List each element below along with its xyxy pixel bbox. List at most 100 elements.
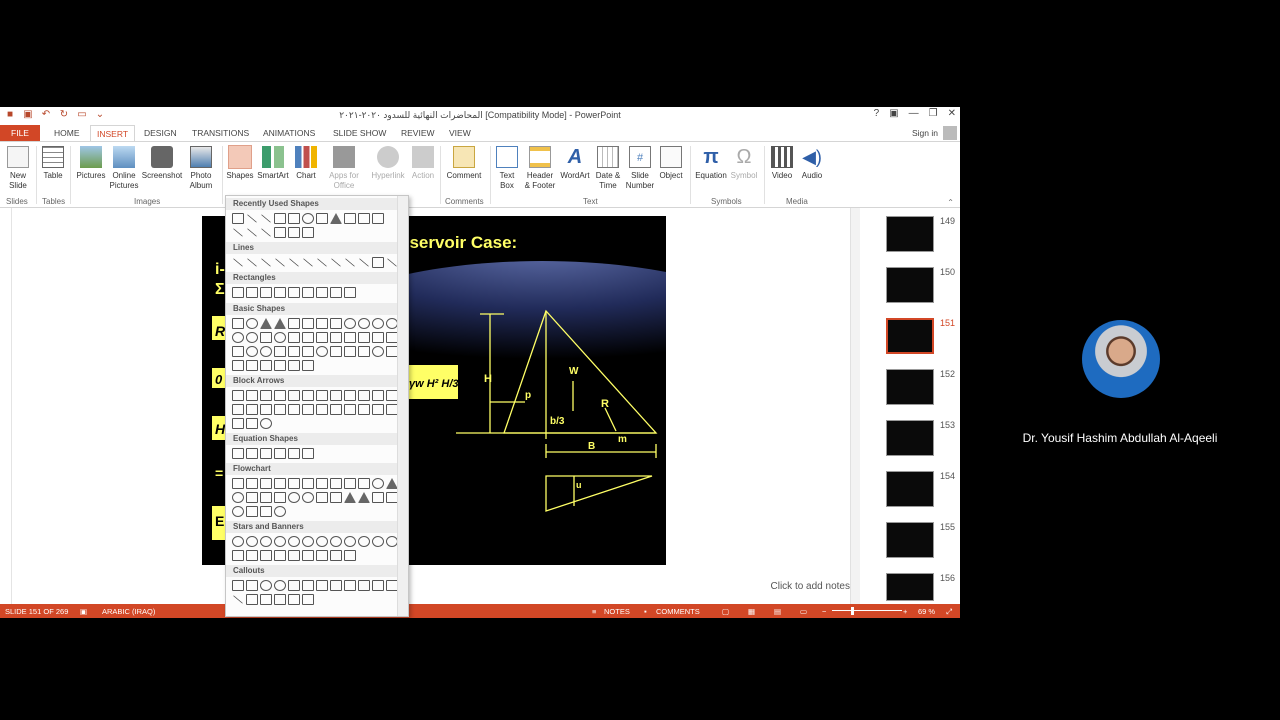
action-button[interactable]: Action xyxy=(408,146,438,181)
video-button[interactable]: Video xyxy=(768,146,796,181)
shape-item[interactable] xyxy=(330,318,342,329)
zoom-in-icon[interactable]: + xyxy=(903,607,907,616)
star-shape-icon[interactable] xyxy=(302,227,314,238)
shape-item[interactable] xyxy=(358,213,370,224)
slide-sorter-icon[interactable]: ▦ xyxy=(748,607,755,616)
notes-button[interactable]: NOTES xyxy=(604,607,630,616)
shape-item[interactable] xyxy=(232,360,244,371)
reading-view-icon[interactable]: ▤ xyxy=(774,607,781,616)
shape-item[interactable] xyxy=(260,404,272,415)
tab-animations[interactable]: ANIMATIONS xyxy=(257,125,321,141)
shape-item[interactable] xyxy=(261,258,271,267)
shape-item[interactable] xyxy=(387,258,397,267)
shape-item[interactable] xyxy=(358,580,370,591)
shape-item[interactable] xyxy=(274,346,286,357)
photo-album-button[interactable]: Photo Album xyxy=(184,146,218,191)
shape-item[interactable] xyxy=(288,346,300,357)
help-icon[interactable]: ? xyxy=(874,108,880,119)
shape-item[interactable] xyxy=(316,550,328,561)
slide-number-button[interactable]: # Slide Number xyxy=(624,146,656,191)
language-indicator[interactable]: ARABIC (IRAQ) xyxy=(102,607,155,616)
shape-item[interactable] xyxy=(246,550,258,561)
shape-item[interactable] xyxy=(274,580,286,591)
shape-item[interactable] xyxy=(288,332,300,343)
shape-item[interactable] xyxy=(246,390,258,401)
tab-review[interactable]: REVIEW xyxy=(395,125,441,141)
shape-item[interactable] xyxy=(302,492,314,503)
shape-item[interactable] xyxy=(372,332,384,343)
shape-item[interactable] xyxy=(372,536,384,547)
apps-for-office-button[interactable]: Apps for Office xyxy=(326,146,362,191)
shape-item[interactable] xyxy=(344,332,356,343)
fit-slide-icon[interactable]: ⤢ xyxy=(946,607,952,617)
slide-thumbnail[interactable] xyxy=(886,522,934,558)
shape-item[interactable] xyxy=(246,332,258,343)
not-equal-shape-icon[interactable] xyxy=(302,448,314,459)
comment-button[interactable]: Comment xyxy=(444,146,484,181)
shape-item[interactable] xyxy=(260,506,272,517)
shape-item[interactable] xyxy=(274,536,286,547)
shape-item[interactable] xyxy=(317,258,327,267)
shape-item[interactable] xyxy=(260,332,272,343)
shape-item[interactable] xyxy=(260,536,272,547)
zoom-out-icon[interactable]: − xyxy=(822,607,826,616)
shape-item[interactable] xyxy=(303,258,313,267)
shape-item[interactable] xyxy=(330,287,342,298)
shape-item[interactable] xyxy=(274,550,286,561)
chart-button[interactable]: Chart xyxy=(292,146,320,181)
shape-item[interactable] xyxy=(274,318,286,329)
shape-item[interactable] xyxy=(274,213,286,224)
shape-item[interactable] xyxy=(302,287,314,298)
shape-item[interactable] xyxy=(246,418,258,429)
shape-item[interactable] xyxy=(260,360,272,371)
plus-shape-icon[interactable] xyxy=(232,448,244,459)
shape-item[interactable] xyxy=(288,213,300,224)
shape-item[interactable] xyxy=(316,213,328,224)
divide-shape-icon[interactable] xyxy=(274,448,286,459)
shape-item[interactable] xyxy=(246,506,258,517)
shape-item[interactable] xyxy=(372,404,384,415)
shape-item[interactable] xyxy=(232,213,244,224)
minus-shape-icon[interactable] xyxy=(246,448,258,459)
shape-item[interactable] xyxy=(274,492,286,503)
shape-item[interactable] xyxy=(274,287,286,298)
shape-item[interactable] xyxy=(288,287,300,298)
tab-insert[interactable]: INSERT xyxy=(90,125,136,141)
equal-shape-icon[interactable] xyxy=(288,448,300,459)
shape-item[interactable] xyxy=(316,332,328,343)
shape-item[interactable] xyxy=(288,550,300,561)
shape-item[interactable] xyxy=(288,492,300,503)
tab-file[interactable]: FILE xyxy=(0,125,40,141)
shape-item[interactable] xyxy=(372,390,384,401)
shape-item[interactable] xyxy=(274,506,286,517)
shape-item[interactable] xyxy=(288,478,300,489)
shape-item[interactable] xyxy=(232,404,244,415)
slide-thumbnail[interactable] xyxy=(886,267,934,303)
shape-item[interactable] xyxy=(260,390,272,401)
account-avatar[interactable] xyxy=(943,126,957,140)
slide-show-icon[interactable]: ▭ xyxy=(800,607,807,616)
multiply-shape-icon[interactable] xyxy=(260,448,272,459)
shape-item[interactable] xyxy=(344,580,356,591)
tab-slide-show[interactable]: SLIDE SHOW xyxy=(327,125,392,141)
notes-placeholder[interactable]: Click to add notes xyxy=(771,581,851,592)
smartart-button[interactable]: SmartArt xyxy=(256,146,290,181)
shape-item[interactable] xyxy=(274,390,286,401)
normal-view-icon[interactable]: ▢ xyxy=(722,607,729,616)
shape-item[interactable] xyxy=(372,478,384,489)
shape-item[interactable] xyxy=(302,213,314,224)
shape-item[interactable] xyxy=(246,536,258,547)
shape-item[interactable] xyxy=(344,318,356,329)
shape-item[interactable] xyxy=(344,492,356,503)
new-slide-button[interactable]: New Slide xyxy=(4,146,32,191)
shape-item[interactable] xyxy=(288,318,300,329)
spell-check-icon[interactable]: ▣ xyxy=(80,607,87,616)
shape-item[interactable] xyxy=(316,478,328,489)
shape-item[interactable] xyxy=(247,228,257,237)
shape-item[interactable] xyxy=(232,550,244,561)
shape-item[interactable] xyxy=(330,213,342,224)
comments-button[interactable]: COMMENTS xyxy=(656,607,700,616)
shape-item[interactable] xyxy=(302,404,314,415)
shape-item[interactable] xyxy=(232,580,244,591)
shape-item[interactable] xyxy=(261,214,271,223)
